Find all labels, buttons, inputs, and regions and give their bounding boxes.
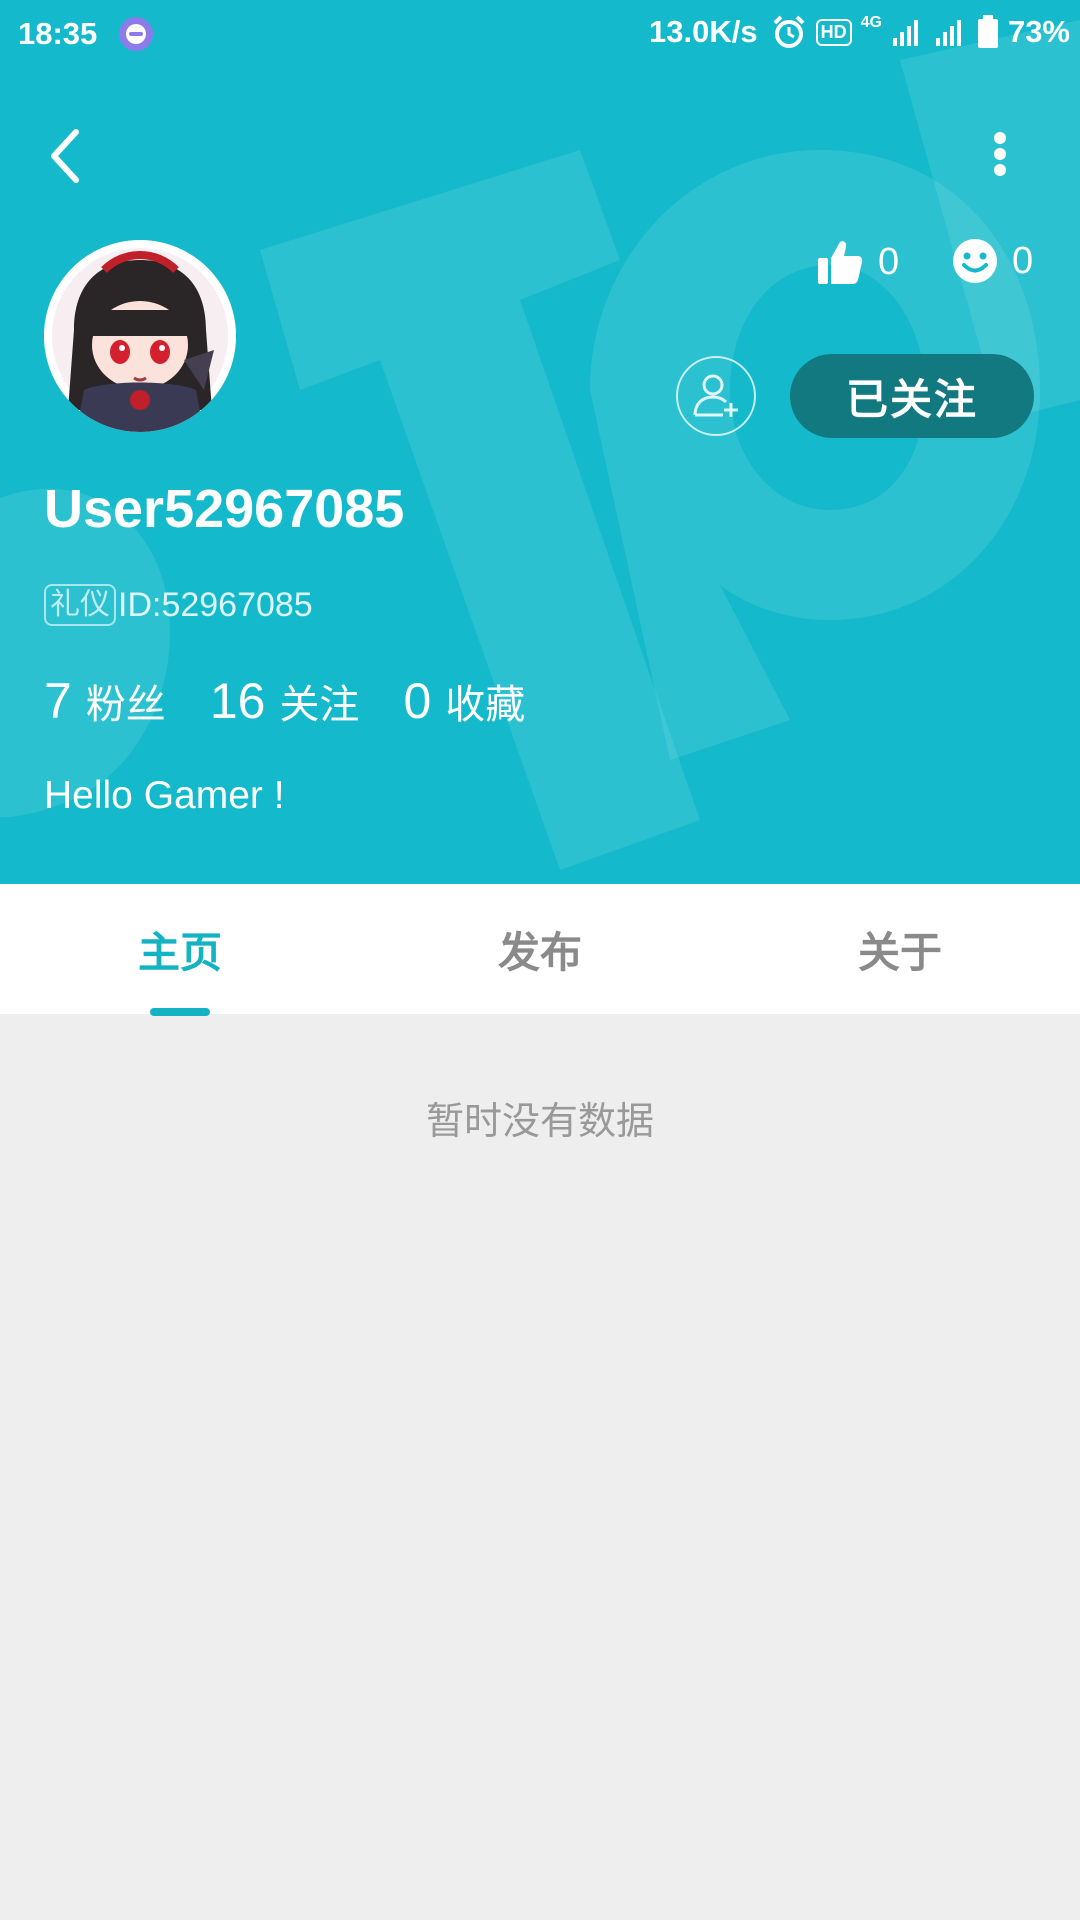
back-arrow-icon bbox=[51, 129, 79, 183]
stat-number: 0 bbox=[403, 673, 432, 729]
likes-counter[interactable]: 0 bbox=[816, 238, 899, 286]
thumbs-up-icon bbox=[818, 241, 863, 284]
stat-favorites[interactable]: 0 收藏 bbox=[403, 672, 525, 730]
stat-label: 粉丝 bbox=[85, 682, 166, 728]
empty-state-message: 暂时没有数据 bbox=[425, 1099, 654, 1143]
watermark-logo bbox=[0, 20, 1080, 870]
tab-posts[interactable]: 发布 bbox=[360, 884, 720, 1014]
add-friend-button[interactable] bbox=[676, 356, 756, 436]
add-user-icon bbox=[693, 374, 738, 417]
title-badge: 礼仪 bbox=[44, 584, 116, 626]
app-notification-icon bbox=[119, 17, 153, 51]
profile-header: 18:35 13.0K/s HD 4G 73% 0 0 已关注 User5296… bbox=[0, 0, 1080, 884]
user-id: ID:52967085 bbox=[118, 585, 313, 624]
signal-icon bbox=[892, 20, 918, 46]
smiles-counter[interactable]: 0 bbox=[952, 238, 1033, 284]
tab-home[interactable]: 主页 bbox=[0, 884, 360, 1014]
battery-icon bbox=[977, 15, 998, 48]
hd-badge: HD bbox=[815, 18, 852, 46]
stat-following[interactable]: 16 关注 bbox=[210, 672, 360, 730]
likes-count: 0 bbox=[878, 240, 900, 283]
net-speed: 13.0K/s bbox=[649, 14, 758, 49]
more-vertical-icon bbox=[994, 132, 1006, 176]
follow-button[interactable]: 已关注 bbox=[790, 354, 1034, 438]
username: User52967085 bbox=[44, 479, 405, 539]
signal-icon-2 bbox=[935, 20, 961, 46]
id-line: 礼仪 ID:52967085 bbox=[44, 584, 313, 626]
stat-number: 16 bbox=[209, 673, 266, 729]
stat-number: 7 bbox=[44, 673, 72, 729]
more-button[interactable] bbox=[976, 126, 1024, 182]
alarm-icon bbox=[773, 15, 805, 48]
back-button[interactable] bbox=[38, 120, 94, 192]
stat-followers[interactable]: 7 粉丝 bbox=[44, 672, 166, 730]
smiles-count: 0 bbox=[1012, 239, 1034, 282]
bio: Hello Gamer ! bbox=[44, 774, 285, 817]
avatar[interactable] bbox=[44, 240, 236, 432]
status-bar: 18:35 13.0K/s HD 4G 73% bbox=[0, 0, 1080, 70]
smile-icon bbox=[953, 239, 997, 283]
tab-about[interactable]: 关于 bbox=[720, 884, 1080, 1014]
status-right-group: 13.0K/s HD 4G 73% bbox=[649, 14, 1070, 50]
active-tab-indicator bbox=[150, 1008, 210, 1016]
avatar-image bbox=[44, 240, 236, 432]
tab-bar: 主页 发布 关于 bbox=[0, 884, 1080, 1014]
stat-label: 关注 bbox=[279, 682, 360, 728]
stat-label: 收藏 bbox=[445, 682, 526, 728]
status-time: 18:35 bbox=[18, 16, 98, 51]
stats-row: 7 粉丝 16 关注 0 收藏 bbox=[44, 672, 569, 730]
battery-percent: 73% bbox=[1007, 14, 1070, 49]
network-type: 4G bbox=[860, 14, 882, 31]
